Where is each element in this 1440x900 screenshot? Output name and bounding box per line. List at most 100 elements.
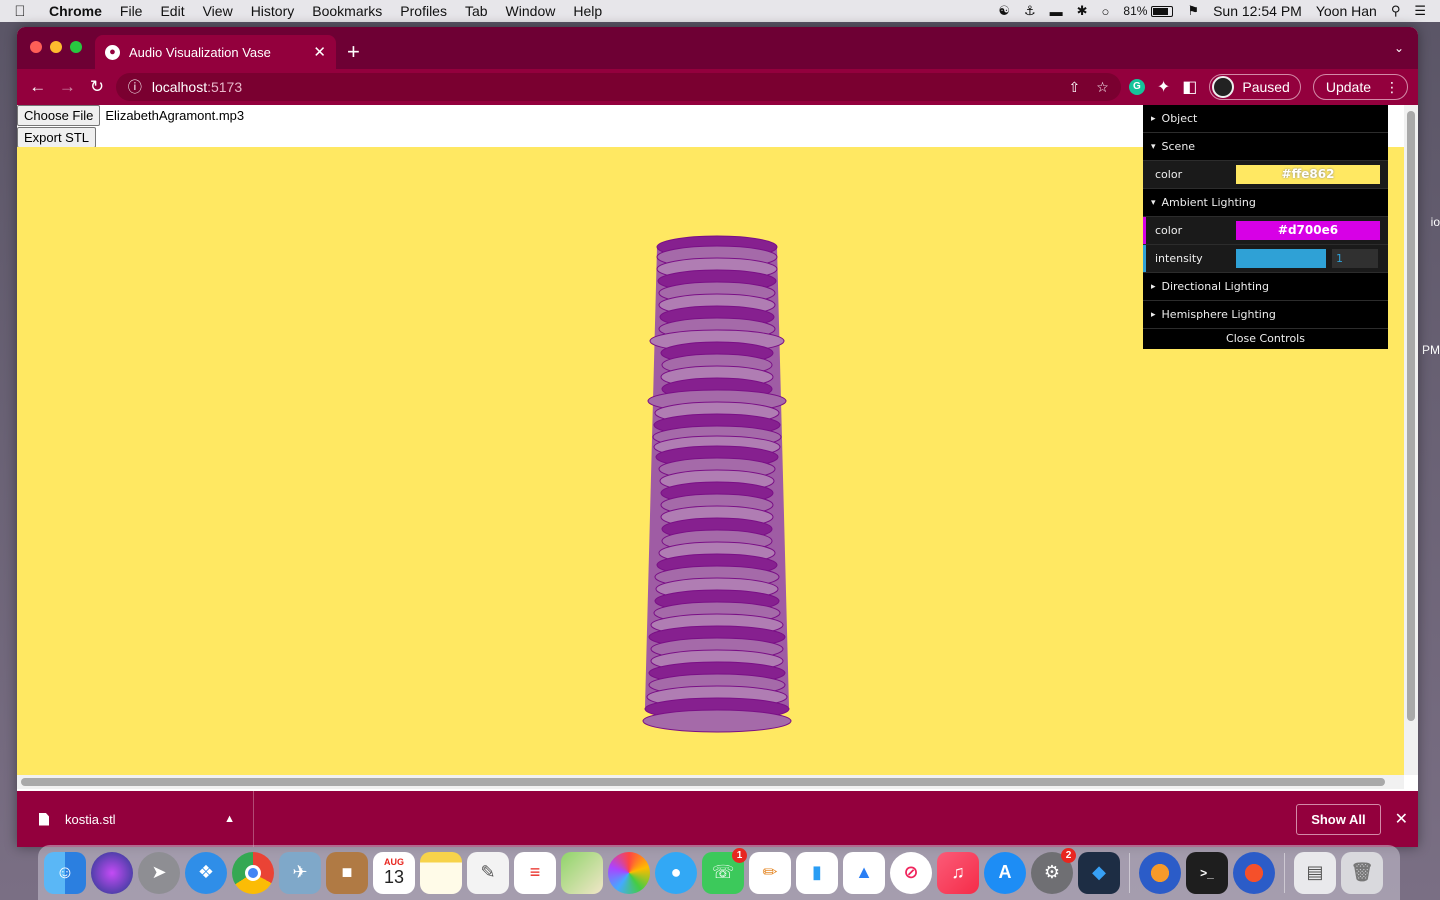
show-all-button[interactable]: Show All	[1296, 803, 1381, 835]
grammarly-extension-icon[interactable]: G	[1128, 79, 1145, 95]
close-tab-icon[interactable]: ✕	[313, 43, 326, 61]
trash-icon[interactable]: 🗑	[1341, 851, 1383, 894]
menu-history[interactable]: History	[242, 3, 304, 19]
creative-cloud-icon[interactable]: ☯	[998, 3, 1010, 19]
reminders-icon[interactable]: ≡	[514, 851, 556, 894]
menu-tab[interactable]: Tab	[456, 3, 497, 19]
menubar-clock[interactable]: Sun 12:54 PM	[1213, 3, 1302, 19]
calendar-day: 13	[383, 867, 405, 887]
keynote-icon[interactable]: ▲	[843, 851, 885, 894]
bookmark-star-icon[interactable]: ☆	[1096, 79, 1109, 96]
apple-menu-icon[interactable]: 	[0, 3, 40, 20]
address-bar[interactable]: ⓘ localhost:5173 ⇧ ☆	[115, 73, 1121, 101]
messages-icon[interactable]: ●	[655, 851, 697, 894]
back-arrow-icon[interactable]: ←	[27, 77, 49, 97]
choose-file-button[interactable]: Choose File	[17, 105, 101, 126]
ambient-intensity-slider[interactable]	[1236, 249, 1326, 268]
ambient-intensity-input[interactable]: 1	[1332, 249, 1378, 268]
wifi-icon[interactable]: ○	[1102, 4, 1110, 19]
folder-directional-lighting[interactable]: Directional Lighting	[1143, 273, 1388, 301]
menu-window[interactable]: Window	[497, 3, 565, 19]
side-panel-icon[interactable]: ◧	[1182, 77, 1197, 97]
news-icon[interactable]: ⊘	[890, 851, 932, 894]
audacity-icon[interactable]	[1139, 851, 1181, 894]
horizontal-scrollbar-thumb[interactable]	[21, 778, 1385, 786]
vertical-scrollbar[interactable]	[1404, 105, 1418, 775]
vertical-scrollbar-thumb[interactable]	[1407, 111, 1415, 721]
update-button[interactable]: Update ⋮	[1312, 74, 1408, 100]
siri-icon[interactable]	[91, 851, 133, 894]
close-download-bar-icon[interactable]: ✕	[1395, 809, 1408, 829]
folder-object[interactable]: Object	[1143, 105, 1388, 133]
export-stl-button[interactable]: Export STL	[17, 127, 97, 148]
horizontal-scrollbar[interactable]	[17, 775, 1404, 789]
menu-help[interactable]: Help	[564, 3, 611, 19]
app-menu[interactable]: Chrome	[40, 3, 111, 19]
minus-icon[interactable]: ▬	[1050, 4, 1063, 19]
facetime-icon[interactable]: ☏ 1	[702, 847, 747, 894]
url-host: localhost	[151, 79, 208, 95]
ambient-color-input[interactable]: #d700e6	[1236, 221, 1380, 240]
chrome-icon[interactable]	[232, 851, 274, 894]
settings-badge: 2	[1061, 847, 1076, 863]
tab-audio-visualization-vase[interactable]: ● Audio Visualization Vase ✕	[95, 35, 336, 69]
photos-icon[interactable]	[608, 851, 650, 894]
preview-icon[interactable]: ✈	[279, 851, 321, 894]
menubar-user[interactable]: Yoon Han	[1316, 3, 1377, 19]
freeform-icon[interactable]: ✏	[749, 851, 791, 894]
numbers-icon[interactable]: ▮	[796, 851, 838, 894]
docker-icon[interactable]: ⚓	[1024, 3, 1036, 19]
textedit-icon[interactable]: ✎	[467, 851, 509, 894]
battery-indicator[interactable]: 81%	[1123, 4, 1174, 18]
terminal-icon[interactable]: >_	[1186, 851, 1228, 894]
calendar-icon[interactable]: AUG 13	[373, 851, 415, 894]
scene-color-control: color #ffe862	[1143, 161, 1388, 189]
downloads-stack-icon[interactable]: ▤	[1294, 851, 1336, 894]
page-content: Choose File ElizabethAgramont.mp3 Export…	[17, 105, 1418, 791]
maps-icon[interactable]	[561, 851, 603, 894]
forward-arrow-icon[interactable]: →	[57, 77, 79, 97]
chevron-up-icon[interactable]: ▲	[224, 813, 235, 825]
folder-ambient-label: Ambient Lighting	[1161, 196, 1256, 209]
folder-hemisphere-label: Hemisphere Lighting	[1161, 308, 1276, 321]
zoom-window-button[interactable]	[70, 41, 82, 53]
reload-icon[interactable]: ↻	[86, 77, 108, 97]
menu-edit[interactable]: Edit	[151, 3, 193, 19]
menu-view[interactable]: View	[194, 3, 242, 19]
system-preferences-icon[interactable]: ⚙ 2	[1031, 847, 1076, 894]
codium-icon[interactable]: ◆	[1078, 851, 1120, 894]
audacity-2-icon[interactable]	[1233, 851, 1275, 894]
site-info-icon[interactable]: ⓘ	[128, 77, 142, 97]
minimize-window-button[interactable]	[50, 41, 62, 53]
close-controls-button[interactable]: Close Controls	[1143, 329, 1388, 349]
safari-icon[interactable]: ❖	[185, 851, 227, 894]
launchpad-icon[interactable]: ➤	[138, 851, 180, 894]
spotlight-search-icon[interactable]: ⚲	[1391, 3, 1401, 19]
flag-input-icon[interactable]: ⚑	[1187, 3, 1199, 19]
menu-file[interactable]: File	[111, 3, 152, 19]
close-window-button[interactable]	[30, 41, 42, 53]
menu-profiles[interactable]: Profiles	[391, 3, 456, 19]
profile-button[interactable]: Paused	[1209, 74, 1301, 100]
folder-hemisphere-lighting[interactable]: Hemisphere Lighting	[1143, 301, 1388, 329]
scene-color-input[interactable]: #ffe862	[1236, 165, 1380, 184]
tab-search-chevron-icon[interactable]: ⌄	[1394, 41, 1404, 55]
folder-scene[interactable]: Scene	[1143, 133, 1388, 161]
control-center-icon[interactable]: ☰	[1414, 3, 1426, 19]
ambient-intensity-label: intensity	[1155, 252, 1203, 265]
contacts-icon[interactable]: ■	[326, 851, 368, 894]
menu-bookmarks[interactable]: Bookmarks	[303, 3, 391, 19]
bluetooth-icon[interactable]: ✱	[1077, 3, 1088, 19]
extensions-puzzle-icon[interactable]: ✦	[1157, 77, 1170, 97]
notes-icon[interactable]	[420, 851, 462, 894]
finder-icon[interactable]: ☺	[44, 851, 86, 894]
app-store-icon[interactable]: A	[984, 851, 1026, 894]
scene-color-label: color	[1155, 168, 1183, 181]
new-tab-button[interactable]: +	[347, 39, 360, 65]
mac-menubar:  Chrome File Edit View History Bookmark…	[0, 0, 1440, 22]
share-icon[interactable]: ⇧	[1069, 79, 1081, 96]
download-item[interactable]: kostia.stl ▲	[17, 791, 254, 847]
music-icon[interactable]: ♫	[937, 851, 979, 894]
folder-ambient-lighting[interactable]: Ambient Lighting	[1143, 189, 1388, 217]
url-port: :5173	[207, 79, 243, 95]
